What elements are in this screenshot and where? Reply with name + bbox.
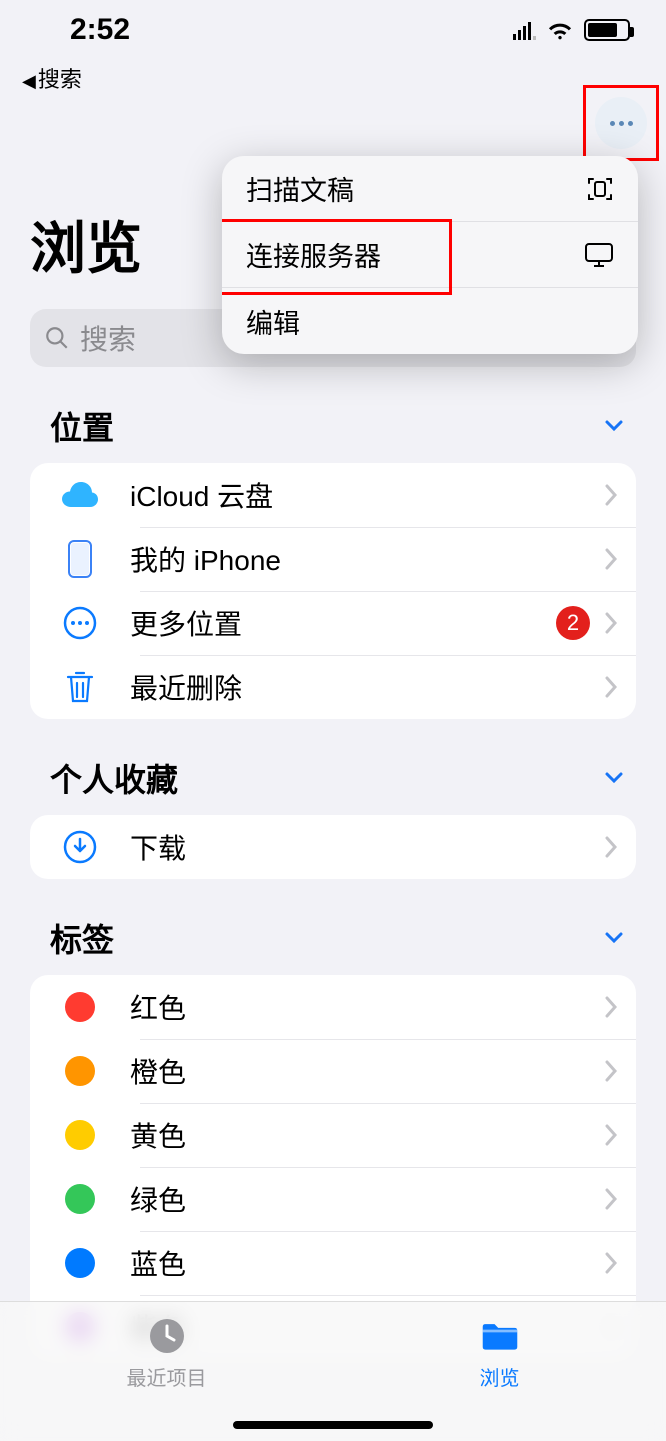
menu-item-label: 连接服务器 (246, 235, 381, 274)
chevron-right-icon (604, 483, 618, 507)
back-to-search[interactable]: ◀搜索 (0, 60, 666, 94)
section-title: 标签 (50, 915, 114, 961)
tag-label: 红色 (130, 987, 604, 1027)
section-title: 个人收藏 (50, 755, 178, 801)
section-header-locations[interactable]: 位置 (0, 367, 666, 463)
chevron-down-icon (602, 766, 626, 790)
list-item-icloud[interactable]: iCloud 云盘 (30, 463, 636, 527)
search-icon (44, 325, 70, 351)
tab-label: 浏览 (480, 1362, 520, 1391)
more-button-highlight (583, 85, 659, 161)
more-button[interactable] (595, 97, 647, 149)
download-icon (60, 827, 100, 867)
tag-row[interactable]: 黄色 (30, 1103, 636, 1167)
battery-icon (584, 19, 630, 41)
monitor-icon (584, 242, 614, 268)
chevron-right-icon (604, 1059, 618, 1083)
tab-bar: 最近项目 浏览 (0, 1301, 666, 1441)
list-item-more-locations[interactable]: 更多位置 2 (30, 591, 636, 655)
badge-count: 2 (556, 606, 590, 640)
context-menu: 扫描文稿 连接服务器 编辑 (222, 156, 638, 354)
home-indicator (233, 1421, 433, 1429)
status-bar: 2:52 (0, 0, 666, 60)
chevron-right-icon (604, 547, 618, 571)
icloud-icon (60, 475, 100, 515)
clock-icon (147, 1316, 187, 1356)
locations-list: iCloud 云盘 我的 iPhone 更多位置 2 最近删除 (30, 463, 636, 719)
list-item-downloads[interactable]: 下载 (30, 815, 636, 879)
chevron-right-icon (604, 1123, 618, 1147)
menu-item-label: 扫描文稿 (246, 169, 354, 208)
list-item-label: 我的 iPhone (130, 539, 604, 579)
list-item-label: 更多位置 (130, 603, 556, 643)
tag-row[interactable]: 橙色 (30, 1039, 636, 1103)
scan-doc-icon (586, 175, 614, 203)
list-item-iphone[interactable]: 我的 iPhone (30, 527, 636, 591)
back-label: 搜索 (38, 67, 82, 92)
more-dots-icon (610, 121, 615, 126)
chevron-right-icon (604, 611, 618, 635)
folder-icon (480, 1316, 520, 1356)
list-item-label: 最近删除 (130, 667, 604, 707)
menu-item-connect-server[interactable]: 连接服务器 (222, 222, 638, 288)
favorites-list: 下载 (30, 815, 636, 879)
tag-row[interactable]: 绿色 (30, 1167, 636, 1231)
chevron-right-icon (604, 1187, 618, 1211)
tag-label: 蓝色 (130, 1243, 604, 1283)
list-item-label: iCloud 云盘 (130, 475, 604, 515)
chevron-right-icon (604, 995, 618, 1019)
list-item-recently-deleted[interactable]: 最近删除 (30, 655, 636, 719)
chevron-right-icon (604, 835, 618, 859)
chevron-right-icon (604, 1251, 618, 1275)
tag-color-dot (60, 987, 100, 1027)
tab-label: 最近项目 (127, 1362, 207, 1391)
tag-row[interactable]: 蓝色 (30, 1231, 636, 1295)
chevron-down-icon (602, 926, 626, 950)
menu-item-label: 编辑 (246, 302, 300, 341)
section-header-tags[interactable]: 标签 (0, 879, 666, 975)
search-placeholder: 搜索 (80, 318, 136, 358)
more-circle-icon (60, 603, 100, 643)
cellular-icon (513, 20, 536, 40)
iphone-icon (60, 539, 100, 579)
trash-icon (60, 667, 100, 707)
section-header-favorites[interactable]: 个人收藏 (0, 719, 666, 815)
status-time: 2:52 (70, 13, 130, 47)
tag-label: 橙色 (130, 1051, 604, 1091)
tag-color-dot (60, 1051, 100, 1091)
chevron-right-icon (604, 675, 618, 699)
menu-item-scan-documents[interactable]: 扫描文稿 (222, 156, 638, 222)
tag-label: 黄色 (130, 1115, 604, 1155)
list-item-label: 下载 (130, 827, 604, 867)
chevron-down-icon (602, 414, 626, 438)
tag-row[interactable]: 红色 (30, 975, 636, 1039)
tag-label: 绿色 (130, 1179, 604, 1219)
section-title: 位置 (50, 403, 114, 449)
wifi-icon (546, 19, 574, 41)
tag-color-dot (60, 1115, 100, 1155)
status-right (513, 19, 630, 41)
tag-color-dot (60, 1179, 100, 1219)
back-triangle-icon: ◀ (22, 71, 36, 91)
menu-item-edit[interactable]: 编辑 (222, 288, 638, 354)
tag-color-dot (60, 1243, 100, 1283)
